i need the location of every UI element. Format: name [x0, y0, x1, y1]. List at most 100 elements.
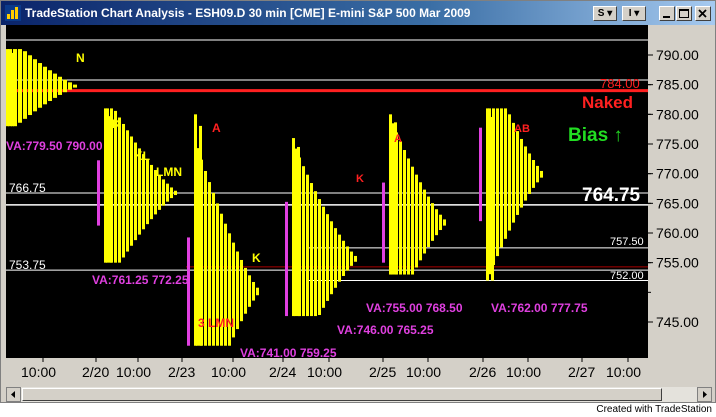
tpo-column — [310, 183, 313, 317]
tpo-column — [512, 122, 515, 223]
value-area-bar — [479, 127, 482, 222]
scroll-thumb[interactable] — [22, 388, 662, 401]
va-label-day3: VA:741.00 759.25 — [240, 346, 337, 358]
tpo-column — [118, 117, 121, 263]
time-axis-ticks: 10:00 2/20 10:00 2/23 10:00 2/24 10:00 2/25 10:0… — [21, 358, 641, 380]
close-button[interactable] — [695, 6, 711, 21]
tpo-column — [403, 150, 406, 275]
tpo-column — [18, 49, 22, 123]
tpo-column — [142, 154, 145, 230]
i-button-label: I — [628, 8, 632, 19]
level-757-label: 757.50 — [610, 236, 644, 248]
value-area-bar — [382, 182, 385, 263]
tpo-column — [536, 165, 539, 183]
price-tick-label: 780.00 — [656, 106, 699, 122]
time-tick-label: 2/25 — [369, 364, 396, 380]
tpo-column — [122, 123, 125, 258]
tpo-column — [43, 66, 47, 105]
tpo-column — [411, 166, 414, 275]
va-label-day6: VA:762.00 777.75 — [491, 301, 588, 315]
time-tick-label: 2/23 — [168, 364, 195, 380]
profile-letters-day2b: LMN — [156, 165, 182, 179]
tpo-column — [516, 131, 519, 215]
chart-plot-area[interactable]: 784.00 Naked Bias ↑ 764.75 766.75 753.75… — [6, 25, 648, 358]
tpo-column — [346, 246, 349, 271]
scroll-left-icon[interactable] — [6, 387, 21, 402]
tpo-column — [199, 125, 202, 346]
tpo-column — [423, 189, 426, 254]
naked-label: Naked — [582, 93, 634, 112]
tpo-column — [48, 70, 52, 102]
tpo-column — [326, 214, 329, 301]
tpo-column — [33, 59, 37, 112]
tpo-column — [407, 158, 410, 275]
price-tick-label: 760.00 — [656, 225, 699, 241]
tpo-column — [338, 234, 341, 282]
value-area-bar — [285, 201, 288, 317]
tpo-column — [306, 174, 309, 317]
s-button-label: S — [597, 8, 605, 19]
tpo-column — [166, 183, 169, 202]
created-with-label: Created with TradeStation — [596, 404, 712, 415]
price-tick-label: 790.00 — [656, 47, 699, 63]
tpo-column — [508, 114, 511, 231]
bias-label: Bias ↑ — [568, 125, 623, 146]
time-tick-label: 2/27 — [568, 364, 595, 380]
tpo-column — [496, 108, 499, 257]
tpo-column — [342, 240, 345, 276]
time-tick-label: 10:00 — [21, 364, 56, 380]
tpo-column — [431, 203, 434, 241]
minimize-button[interactable] — [659, 6, 675, 21]
tpo-column — [334, 228, 337, 288]
profile-letters-day3c: K — [252, 251, 261, 265]
tpo-column — [73, 84, 77, 88]
s-button[interactable]: S ▾ — [593, 6, 617, 21]
profile-letters-day5: A — [394, 133, 402, 145]
tpo-column — [248, 275, 251, 307]
tpo-column — [130, 136, 133, 246]
tpo-column — [126, 130, 129, 252]
maximize-button[interactable] — [676, 6, 692, 21]
time-tick-label: 10:00 — [307, 364, 342, 380]
horizontal-scrollbar[interactable] — [6, 387, 712, 402]
tpo-column — [252, 281, 255, 301]
tpo-column — [439, 214, 442, 231]
price-axis[interactable]: 790.00 785.00 780.00 775.00 770.00 765.00 760.… — [648, 25, 712, 358]
tpo-column — [314, 191, 317, 317]
time-tick-label: 10:00 — [211, 364, 246, 380]
tpo-column — [104, 108, 107, 263]
tpo-column — [322, 206, 325, 308]
tpo-column — [38, 63, 42, 108]
tpo-column — [28, 55, 32, 116]
tpo-column — [500, 108, 503, 248]
tpo-column — [158, 174, 161, 210]
tpo-column — [354, 255, 357, 262]
current-price-label: 764.75 — [582, 185, 641, 206]
close-icon — [698, 9, 707, 18]
tpo-column — [292, 138, 295, 317]
tpo-column — [486, 108, 489, 281]
profile-letters-day3a: A — [212, 121, 221, 135]
tpo-column — [109, 116, 112, 263]
tpo-column — [162, 179, 165, 206]
i-button[interactable]: I ▾ — [622, 6, 646, 21]
tpo-column — [244, 267, 247, 314]
level-753-label: 753.75 — [9, 258, 46, 272]
va-label-day1: VA:779.50 790.00 — [6, 139, 103, 153]
tpo-column — [540, 170, 543, 178]
tpo-column — [504, 108, 507, 239]
price-tick-label: 755.00 — [656, 255, 699, 271]
profile-letters-day2a: KL — [134, 149, 150, 163]
va-label-day2: VA:761.25 772.25 — [92, 273, 189, 287]
title-bar[interactable]: TradeStation Chart Analysis - ESH09.D 30… — [1, 1, 715, 25]
tpo-column — [350, 251, 353, 266]
time-axis[interactable]: 10:00 2/20 10:00 2/23 10:00 2/24 10:00 2/25 10:0… — [6, 358, 648, 386]
tpo-column — [389, 114, 392, 275]
tpo-column — [63, 79, 67, 93]
profile-letters-day1: N — [76, 51, 85, 65]
tradestation-app-icon — [5, 5, 21, 21]
price-tick-label: 785.00 — [656, 77, 699, 93]
profile-letters-day2c: K — [112, 117, 121, 131]
scroll-right-icon[interactable] — [697, 387, 712, 402]
time-tick-label: 2/24 — [269, 364, 296, 380]
